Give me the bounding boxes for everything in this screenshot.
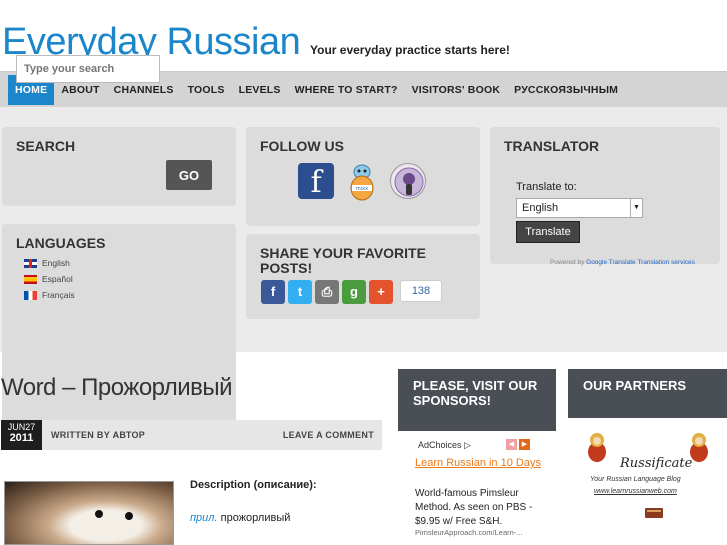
partner-logo[interactable]: Russificate Your Russian Language Blog w… bbox=[568, 418, 727, 545]
twitter-share-icon[interactable]: t bbox=[288, 280, 312, 304]
svg-text:mixx: mixx bbox=[356, 186, 368, 192]
post-meta-bar: JUN27 2011 WRITTEN BY АВТОР LEAVE A COMM… bbox=[1, 420, 382, 450]
sponsors-heading: PLEASE, VISIT OUR SPONSORS! bbox=[398, 369, 556, 431]
ad-link[interactable]: Learn Russian in 10 Days bbox=[415, 456, 545, 471]
language-item-english[interactable]: English bbox=[24, 258, 70, 268]
part-of-speech: прил. bbox=[190, 512, 218, 524]
uk-flag-icon bbox=[24, 258, 37, 268]
powered-by-prefix: Powered by bbox=[550, 259, 585, 266]
podcast-icon[interactable] bbox=[390, 163, 426, 199]
more-share-icon[interactable]: + bbox=[369, 280, 393, 304]
partner-logo-subtitle: Your Russian Language Blog bbox=[590, 476, 681, 483]
search-go-button[interactable]: GO bbox=[166, 160, 212, 190]
site-tagline: Your everyday practice starts here! bbox=[310, 43, 510, 57]
ad-arrows: ◀ ▶ bbox=[506, 439, 530, 450]
chevron-left-icon[interactable]: ◀ bbox=[506, 439, 517, 450]
facebook-share-icon[interactable]: f bbox=[261, 280, 285, 304]
book-icon bbox=[645, 508, 663, 518]
description-label: Description (описание): bbox=[190, 479, 317, 491]
nav-item-levels[interactable]: LEVELS bbox=[232, 75, 288, 105]
nav-item-tools[interactable]: TOOLS bbox=[181, 75, 232, 105]
translator-widget: TRANSLATOR Translate to: English ▼ Trans… bbox=[490, 127, 720, 266]
chevron-down-icon: ▼ bbox=[630, 199, 642, 217]
translate-button[interactable]: Translate bbox=[516, 221, 580, 243]
translator-widget-title: TRANSLATOR bbox=[504, 138, 600, 154]
france-flag-icon bbox=[24, 290, 37, 300]
page: Everyday Russian Your everyday practice … bbox=[0, 0, 727, 545]
description-line: прил. прожорливый bbox=[190, 512, 290, 524]
adchoices-label[interactable]: AdChoices ▷ bbox=[418, 440, 471, 451]
nav-item-where-to-start[interactable]: WHERE TO START? bbox=[288, 75, 405, 105]
hamster-image bbox=[4, 481, 174, 545]
hamster-eye bbox=[125, 512, 133, 520]
language-label: Français bbox=[42, 290, 75, 300]
chevron-right-icon[interactable]: ▶ bbox=[519, 439, 530, 450]
mixx-icon[interactable]: mixx bbox=[344, 160, 380, 201]
post-author[interactable]: WRITTEN BY АВТОР bbox=[51, 430, 145, 440]
language-label: Español bbox=[42, 274, 73, 284]
translation-services-link[interactable]: Translation services bbox=[637, 259, 695, 266]
language-item-spanish[interactable]: Español bbox=[24, 274, 73, 284]
google-translate-link[interactable]: Google Translate bbox=[586, 259, 636, 266]
translate-to-label: Translate to: bbox=[516, 181, 577, 193]
post-date-month: JUN27 bbox=[7, 422, 36, 432]
share-widget: SHARE YOUR FAVORITE POSTS! bbox=[246, 234, 480, 319]
partners-heading: OUR PARTNERS bbox=[568, 369, 727, 418]
translate-language-select[interactable]: English ▼ bbox=[516, 198, 643, 218]
description-word: прожорливый bbox=[220, 512, 291, 524]
language-item-french[interactable]: Français bbox=[24, 290, 75, 300]
sponsor-ad: AdChoices ▷ ◀ ▶ Learn Russian in 10 Days… bbox=[398, 432, 556, 545]
print-share-icon[interactable]: ⎙ bbox=[315, 280, 339, 304]
facebook-icon[interactable]: f bbox=[298, 163, 334, 200]
ad-text: World-famous Pimsleur Method. As seen on… bbox=[415, 488, 533, 527]
search-widget-title: SEARCH bbox=[16, 138, 76, 154]
spain-flag-icon bbox=[24, 274, 37, 284]
partner-logo-url: www.learnrussianweb.com bbox=[594, 488, 677, 495]
language-label: English bbox=[42, 258, 70, 268]
post-date-badge: JUN27 2011 bbox=[1, 420, 42, 450]
translate-selected-value: English bbox=[522, 202, 559, 214]
share-widget-title: SHARE YOUR FAVORITE POSTS! bbox=[260, 245, 426, 276]
post-title[interactable]: Word – Прожорливый bbox=[1, 374, 233, 402]
google-share-icon[interactable]: g bbox=[342, 280, 366, 304]
widget-band: SEARCH LANGUAGES FOLLOW US SHARE YOUR FA… bbox=[0, 107, 727, 426]
nav-item-visitors-book[interactable]: VISITORS' BOOK bbox=[405, 75, 508, 105]
nav-item-russian-speakers[interactable]: РУССКОЯЗЫЧНЫМ bbox=[507, 75, 625, 105]
matryoshka-doll-icon bbox=[588, 433, 606, 462]
ad-url[interactable]: PimsleurApproach.com/Learn-... bbox=[415, 528, 523, 537]
follow-widget-title: FOLLOW US bbox=[260, 138, 344, 154]
search-input[interactable] bbox=[16, 55, 160, 83]
powered-by-text: Powered by Google Translate Translation … bbox=[550, 259, 695, 266]
share-count: 138 bbox=[400, 280, 442, 302]
languages-widget-title: LANGUAGES bbox=[16, 235, 106, 251]
partner-logo-title: Russificate bbox=[620, 456, 693, 471]
post-date-year: 2011 bbox=[9, 432, 34, 444]
hamster-eye bbox=[95, 510, 103, 518]
leave-comment-link[interactable]: LEAVE A COMMENT bbox=[283, 430, 374, 440]
